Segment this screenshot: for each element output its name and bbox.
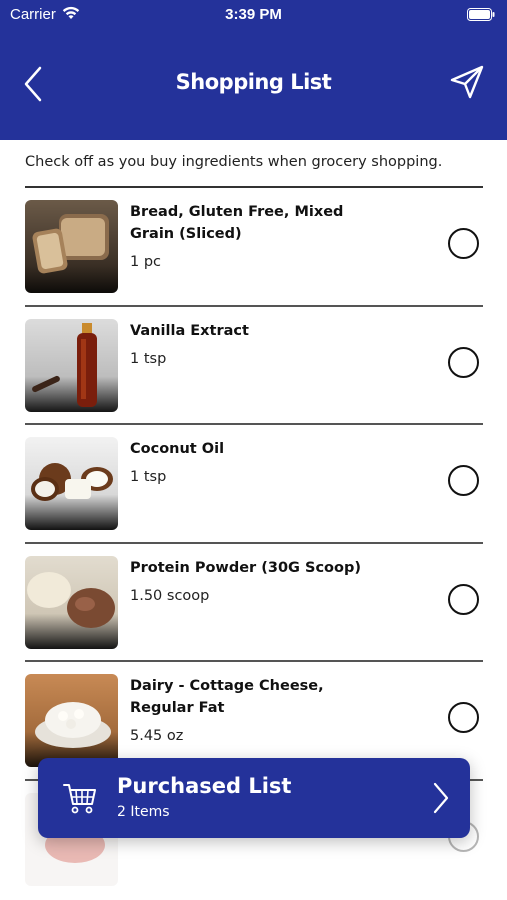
purchase-checkbox[interactable] — [448, 346, 479, 378]
purchase-checkbox[interactable] — [448, 583, 479, 615]
purchased-list-button[interactable]: Purchased List 2 Items — [38, 758, 470, 838]
item-quantity: 1 tsp — [130, 350, 167, 367]
item-image-bread — [25, 200, 118, 293]
app-header: Carrier 3:39 PM Shopping List — [0, 0, 507, 140]
purchased-list-title: Purchased List — [117, 774, 292, 798]
item-image-protein-powder — [25, 555, 118, 649]
status-bar: Carrier 3:39 PM — [0, 0, 507, 28]
item-name: Vanilla Extract — [130, 322, 249, 339]
purchased-count: 2 Items — [117, 804, 170, 820]
item-quantity: 1 pc — [130, 254, 162, 270]
share-button[interactable] — [449, 64, 485, 100]
item-name: Bread, Gluten Free, Mixed Grain (Sliced) — [130, 204, 344, 242]
list-item: Bread, Gluten Free, Mixed Grain (Sliced)… — [25, 188, 483, 307]
item-name: Protein Powder (30G Scoop) — [130, 559, 361, 576]
item-quantity: 5.45 oz — [130, 728, 184, 744]
cart-icon — [62, 780, 98, 816]
item-image-vanilla — [25, 318, 118, 412]
instructions-text: Check off as you buy ingredients when gr… — [25, 154, 443, 170]
send-icon — [450, 65, 484, 99]
list-item: Protein Powder (30G Scoop) 1.50 scoop — [25, 544, 483, 662]
clock: 3:39 PM — [225, 6, 282, 23]
item-image-coconut-oil — [25, 437, 118, 530]
purchase-checkbox[interactable] — [448, 702, 479, 733]
page-title: Shopping List — [175, 70, 332, 94]
list-item: Vanilla Extract 1 tsp — [25, 307, 483, 425]
chevron-right-icon — [430, 780, 452, 816]
item-quantity: 1.50 scoop — [130, 587, 210, 604]
item-name: Coconut Oil — [130, 441, 225, 457]
item-name: Dairy - Cottage Cheese, Regular Fat — [130, 678, 324, 716]
item-image-cottage-cheese — [25, 674, 118, 767]
item-quantity: 1 tsp — [130, 469, 167, 485]
list-item: Coconut Oil 1 tsp — [25, 425, 483, 544]
battery-icon — [467, 8, 495, 25]
purchase-checkbox[interactable] — [448, 465, 479, 496]
purchase-checkbox[interactable] — [448, 228, 479, 259]
